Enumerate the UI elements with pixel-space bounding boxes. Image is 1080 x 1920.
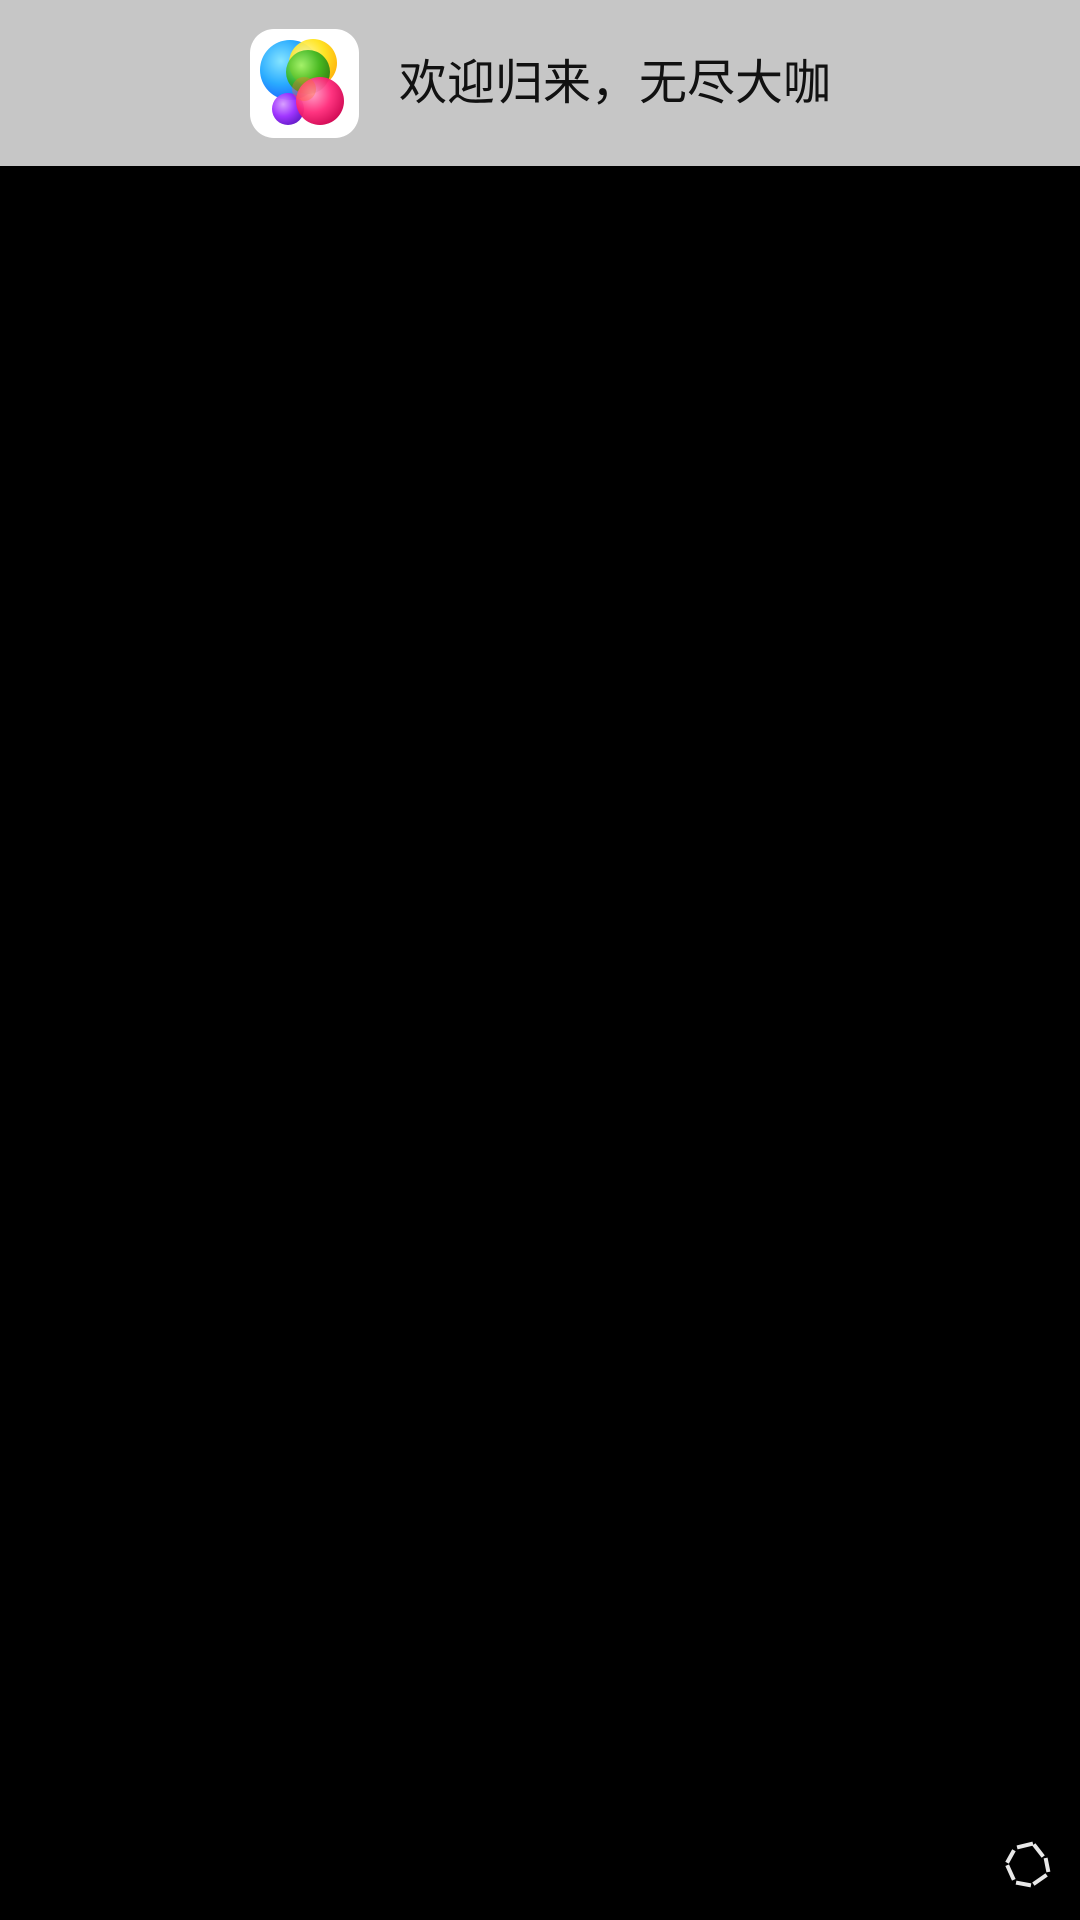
game-screen: 欢迎归来，无尽大咖 [0, 0, 1080, 1920]
welcome-banner[interactable]: 欢迎归来，无尽大咖 [0, 0, 1080, 166]
game-center-icon [250, 28, 359, 138]
welcome-message: 欢迎归来，无尽大咖 [399, 55, 832, 111]
banner-content: 欢迎归来，无尽大咖 [250, 28, 831, 138]
loading-spinner-icon [1002, 1840, 1052, 1890]
